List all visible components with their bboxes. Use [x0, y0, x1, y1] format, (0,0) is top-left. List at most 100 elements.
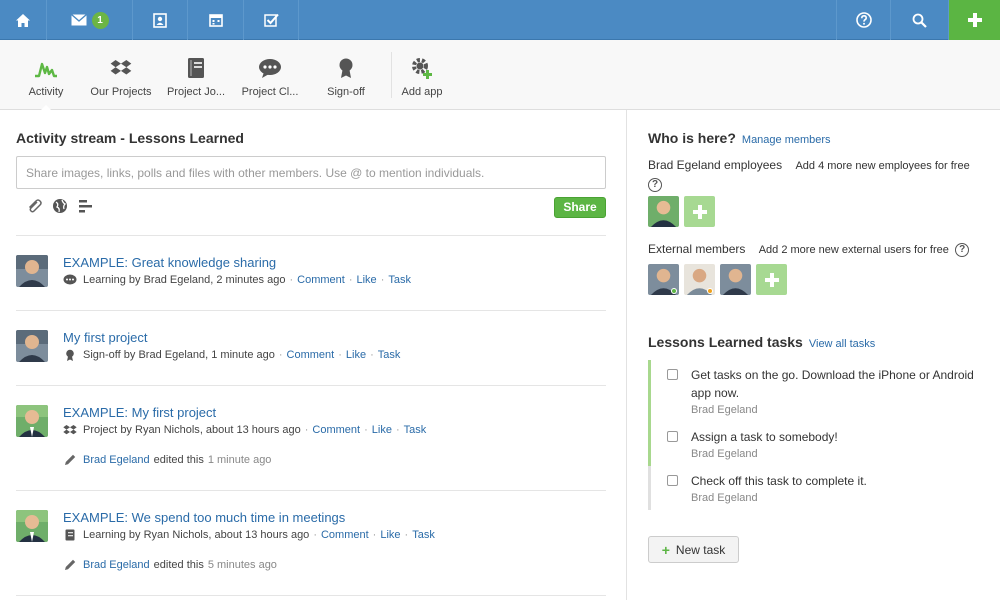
editor-name-link[interactable]: Brad Egeland [83, 454, 150, 466]
section-title: Who is here? [648, 130, 736, 146]
author-name: Ryan Nichols [135, 424, 200, 436]
app-activity[interactable]: Activity [16, 40, 76, 111]
app-bar: Activity Our Projects Project Jo... Proj… [0, 40, 1000, 111]
entry-title-link[interactable]: EXAMPLE: Great knowledge sharing [63, 255, 276, 270]
entry-title-link[interactable]: My first project [63, 330, 148, 345]
home-icon [16, 13, 30, 27]
like-link[interactable]: Like [380, 529, 400, 541]
avatar[interactable] [16, 510, 48, 542]
avatar[interactable] [648, 196, 679, 227]
chat-icon [259, 59, 281, 78]
help-icon [855, 12, 872, 28]
dropbox-icon [63, 425, 77, 435]
task-item: Check off this task to complete it. Brad… [648, 466, 988, 510]
right-sidebar: Who is here? Manage members Brad Egeland… [626, 110, 1000, 600]
task-item: Get tasks on the go. Download the iPhone… [648, 360, 988, 422]
award-icon [66, 349, 74, 361]
add-employee-button[interactable] [684, 196, 715, 227]
task-link[interactable]: Task [388, 274, 411, 286]
mail-icon [70, 14, 87, 26]
employees-row: Brad Egeland employees Add 4 more new em… [648, 158, 970, 172]
task-author: Brad Egeland [691, 492, 758, 504]
view-all-tasks-link[interactable]: View all tasks [809, 338, 875, 350]
task-author: Brad Egeland [691, 448, 758, 460]
task-text[interactable]: Get tasks on the go. Download the iPhone… [691, 360, 988, 402]
create-poll-button[interactable] [78, 198, 94, 214]
task-list: Get tasks on the go. Download the iPhone… [648, 360, 988, 510]
pencil-icon [65, 559, 76, 570]
avatar[interactable] [684, 264, 715, 295]
divider [16, 235, 606, 236]
plus-icon [692, 204, 707, 219]
attach-file-button[interactable] [26, 198, 42, 214]
task-checkbox[interactable] [667, 369, 678, 380]
editor-name-link[interactable]: Brad Egeland [83, 559, 150, 571]
avatar[interactable] [720, 264, 751, 295]
gear-plus-icon [412, 58, 432, 79]
comment-link[interactable]: Comment [321, 529, 369, 541]
inbox-button[interactable]: 1 [47, 0, 133, 40]
task-link[interactable]: Task [378, 349, 401, 361]
calendar-button[interactable] [188, 0, 244, 40]
add-app-button[interactable]: Add app [398, 40, 446, 110]
external-note: Add 2 more new external users for free [758, 244, 949, 256]
tasks-button[interactable] [244, 0, 299, 40]
task-checkbox[interactable] [667, 475, 678, 486]
help-button[interactable]: ? [648, 176, 662, 192]
avatar[interactable] [16, 405, 48, 437]
share-input[interactable] [16, 156, 606, 189]
external-avatars [648, 264, 787, 295]
task-link[interactable]: Task [412, 529, 435, 541]
avatar[interactable] [648, 264, 679, 295]
like-link[interactable]: Like [346, 349, 366, 361]
divider [16, 595, 606, 596]
author-name: Brad Egeland [138, 349, 206, 361]
task-text[interactable]: Check off this task to complete it. [691, 466, 988, 490]
activity-icon [35, 62, 57, 78]
app-project-chat[interactable]: Project Cl... [237, 40, 303, 110]
app-bar-divider [391, 52, 392, 98]
help-button[interactable] [836, 0, 891, 40]
entry-meta: Learning by Brad Egeland, 2 minutes ago … [63, 274, 411, 286]
add-external-user-button[interactable] [756, 264, 787, 295]
like-link[interactable]: Like [357, 274, 377, 286]
who-is-here-section: Who is here? Manage members [648, 130, 831, 146]
app-project-journal[interactable]: Project Jo... [163, 40, 229, 110]
dropbox-icon [110, 60, 132, 75]
share-button[interactable]: Share [554, 197, 606, 218]
tasks-section-header: Lessons Learned tasks View all tasks [648, 334, 875, 350]
task-author: Brad Egeland [691, 404, 758, 416]
help-icon[interactable]: ? [955, 242, 970, 257]
section-title: Lessons Learned tasks [648, 334, 803, 350]
task-checkbox[interactable] [667, 431, 678, 442]
home-button[interactable] [0, 0, 47, 40]
avatar[interactable] [16, 330, 48, 362]
globe-icon [53, 199, 67, 213]
manage-members-link[interactable]: Manage members [742, 134, 831, 146]
divider [16, 490, 606, 491]
share-link-button[interactable] [52, 198, 68, 214]
entry-meta: Learning by Ryan Nichols, about 13 hours… [63, 529, 435, 541]
help-icon: ? [648, 178, 662, 192]
chat-icon [63, 274, 77, 285]
entry-title-link[interactable]: EXAMPLE: My first project [63, 405, 216, 420]
comment-link[interactable]: Comment [287, 349, 335, 361]
page-title: Activity stream - Lessons Learned [16, 130, 244, 146]
contacts-button[interactable] [133, 0, 188, 40]
app-our-projects[interactable]: Our Projects [86, 40, 156, 110]
plus-icon: + [661, 541, 670, 558]
checkbox-icon [263, 13, 279, 27]
entry-title-link[interactable]: EXAMPLE: We spend too much time in meeti… [63, 510, 345, 525]
mail-badge: 1 [91, 11, 109, 29]
divider [16, 310, 606, 311]
task-text[interactable]: Assign a task to somebody! [691, 422, 988, 446]
avatar[interactable] [16, 255, 48, 287]
comment-link[interactable]: Comment [312, 424, 360, 436]
app-sign-off[interactable]: Sign-off [318, 40, 374, 110]
like-link[interactable]: Like [372, 424, 392, 436]
comment-link[interactable]: Comment [297, 274, 345, 286]
task-link[interactable]: Task [404, 424, 427, 436]
new-task-button[interactable]: + New task [648, 536, 739, 563]
create-new-button[interactable] [949, 0, 1000, 40]
search-button[interactable] [891, 0, 949, 40]
